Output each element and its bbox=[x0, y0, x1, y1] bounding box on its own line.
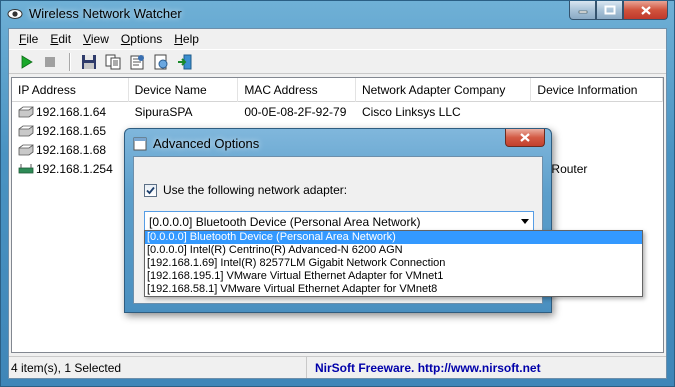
toolbar-separator bbox=[69, 52, 70, 71]
column-device-information[interactable]: Device Information bbox=[531, 78, 663, 102]
menu-bar: File Edit View Options Help bbox=[9, 29, 666, 49]
close-icon bbox=[640, 5, 651, 15]
minimize-button[interactable] bbox=[569, 1, 596, 20]
copy-icon bbox=[105, 54, 121, 69]
row-ip: 192.168.1.254 bbox=[36, 161, 113, 176]
status-bar: 4 item(s), 1 Selected NirSoft Freeware. … bbox=[9, 356, 666, 378]
save-button[interactable] bbox=[78, 51, 100, 73]
exit-icon bbox=[178, 54, 192, 69]
column-adapter-company[interactable]: Network Adapter Company bbox=[356, 78, 532, 102]
menu-help[interactable]: Help bbox=[168, 32, 205, 46]
save-icon bbox=[82, 54, 96, 69]
window-title: Wireless Network Watcher bbox=[29, 6, 182, 21]
app-eye-icon bbox=[7, 9, 23, 19]
dialog-title: Advanced Options bbox=[153, 136, 260, 151]
chevron-down-icon bbox=[521, 219, 529, 224]
close-button[interactable] bbox=[623, 1, 668, 20]
row-device-name: SipuraSPA bbox=[134, 104, 193, 119]
menu-view[interactable]: View bbox=[77, 32, 115, 46]
maximize-button[interactable] bbox=[596, 1, 623, 20]
use-adapter-checkbox[interactable] bbox=[144, 183, 157, 197]
title-bar[interactable]: Wireless Network Watcher bbox=[1, 1, 674, 27]
network-device-icon bbox=[18, 105, 34, 117]
exit-button[interactable] bbox=[174, 51, 196, 73]
adapter-select[interactable]: [0.0.0.0] Bluetooth Device (Personal Are… bbox=[144, 211, 534, 232]
checkmark-icon bbox=[146, 186, 155, 194]
toolbar bbox=[9, 49, 666, 74]
properties-icon bbox=[130, 54, 144, 69]
start-scan-button[interactable] bbox=[15, 51, 37, 73]
close-icon bbox=[520, 133, 530, 142]
adapter-option[interactable]: [0.0.0.0] Bluetooth Device (Personal Are… bbox=[145, 231, 642, 244]
start-scan-icon bbox=[21, 54, 33, 69]
row-ip: 192.168.1.65 bbox=[36, 123, 107, 138]
copy-button[interactable] bbox=[102, 51, 124, 73]
adapter-dropdown-list: [0.0.0.0] Bluetooth Device (Personal Are… bbox=[144, 230, 643, 297]
row-mac: 00-0E-08-2F-92-79 bbox=[244, 104, 347, 119]
adapter-option[interactable]: [192.168.195.1] VMware Virtual Ethernet … bbox=[145, 270, 642, 283]
html-report-button[interactable] bbox=[150, 51, 172, 73]
adapter-option[interactable]: [0.0.0.0] Intel(R) Centrino(R) Advanced-… bbox=[145, 244, 642, 257]
stop-scan-button[interactable] bbox=[39, 51, 61, 73]
properties-button[interactable] bbox=[126, 51, 148, 73]
maximize-icon bbox=[604, 5, 615, 15]
network-device-icon bbox=[18, 143, 34, 155]
dialog-close-button[interactable] bbox=[505, 129, 545, 147]
column-mac-address[interactable]: MAC Address bbox=[238, 78, 356, 102]
menu-options[interactable]: Options bbox=[115, 32, 168, 46]
nirsoft-link[interactable]: NirSoft Freeware. http://www.nirsoft.net bbox=[307, 357, 666, 378]
dialog-window-icon bbox=[133, 137, 147, 151]
menu-edit[interactable]: Edit bbox=[44, 32, 77, 46]
adapter-option[interactable]: [192.168.1.69] Intel(R) 82577LM Gigabit … bbox=[145, 257, 642, 270]
use-adapter-option[interactable]: Use the following network adapter: bbox=[144, 183, 347, 197]
table-row[interactable]: 192.168.1.64 SipuraSPA 00-0E-08-2F-92-79… bbox=[12, 102, 663, 121]
status-item-count: 4 item(s), 1 Selected bbox=[9, 357, 307, 378]
html-report-icon bbox=[154, 54, 168, 69]
router-device-icon bbox=[18, 163, 34, 173]
use-adapter-label: Use the following network adapter: bbox=[163, 183, 348, 197]
row-ip: 192.168.1.68 bbox=[36, 142, 107, 157]
adapter-select-value: [0.0.0.0] Bluetooth Device (Personal Are… bbox=[149, 214, 421, 229]
adapter-option[interactable]: [192.168.58.1] VMware Virtual Ethernet A… bbox=[145, 283, 642, 296]
column-ip-address[interactable]: IP Address bbox=[12, 78, 129, 102]
row-company: Cisco Linksys LLC bbox=[361, 104, 461, 119]
row-ip: 192.168.1.64 bbox=[36, 104, 107, 119]
network-device-icon bbox=[18, 124, 34, 136]
column-device-name[interactable]: Device Name bbox=[129, 78, 239, 102]
menu-file[interactable]: File bbox=[13, 32, 44, 46]
minimize-icon bbox=[578, 10, 587, 14]
list-header: IP Address Device Name MAC Address Netwo… bbox=[12, 78, 663, 102]
stop-scan-icon bbox=[45, 56, 55, 67]
